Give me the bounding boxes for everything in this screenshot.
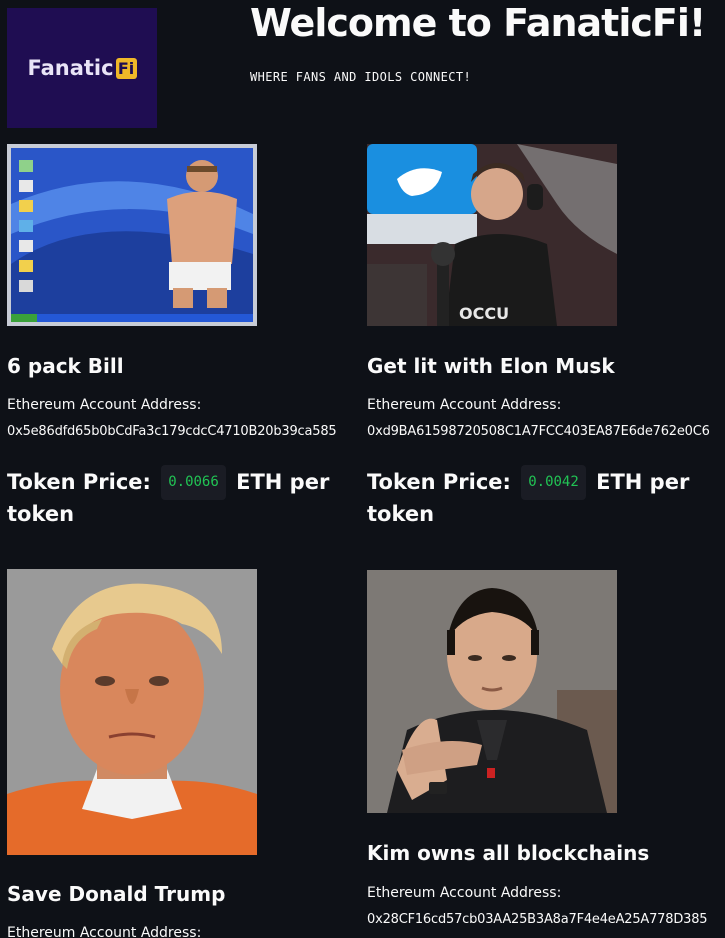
idol-name: Get lit with Elon Musk	[367, 354, 615, 378]
token-price-value: 0.0066	[161, 465, 226, 500]
idol-card: 6 pack Bill Ethereum Account Address: 0x…	[7, 144, 362, 529]
idol-name: Kim owns all blockchains	[367, 841, 650, 865]
svg-text:OCCU: OCCU	[459, 304, 509, 323]
address-label: Ethereum Account Address:	[7, 397, 202, 413]
token-price-value: 0.0042	[521, 465, 586, 500]
idol-card: Save Donald Trump Ethereum Account Addre…	[7, 569, 362, 938]
eth-address: 0x28CF16cd57cb03AA25B3A8a7F4e4eA25A778D3…	[367, 912, 708, 927]
address-label: Ethereum Account Address:	[367, 397, 562, 413]
eth-address: 0x5e86dfd65b0bCdFa3c179cdcC4710B20b39ca5…	[7, 424, 337, 439]
address-label: Ethereum Account Address:	[7, 925, 202, 938]
idol-name: Save Donald Trump	[7, 882, 226, 906]
token-price: Token Price: 0.0066 ETH per token	[7, 465, 362, 529]
idol-card: Kim owns all blockchains Ethereum Accoun…	[367, 570, 722, 927]
page-tagline: WHERE FANS AND IDOLS CONNECT!	[250, 70, 472, 84]
token-price-label: Token Price:	[367, 470, 511, 494]
token-price-label: Token Price:	[7, 470, 151, 494]
idol-image-elon: OCCU	[367, 144, 617, 326]
idol-image-bill	[7, 144, 257, 326]
token-price: Token Price: 0.0042 ETH per token	[367, 465, 722, 529]
logo-badge: Fi	[115, 57, 137, 79]
idol-image-kim	[367, 570, 617, 813]
app-page: Fanatic Fi Welcome to FanaticFi! WHERE F…	[0, 0, 725, 938]
logo-wordmark: Fanatic Fi	[27, 56, 137, 80]
idol-name: 6 pack Bill	[7, 354, 124, 378]
logo-text: Fanatic	[27, 56, 114, 80]
idol-card: OCCU Get lit with Elon Musk Ethereum Acc…	[367, 144, 722, 529]
eth-address: 0xd9BA61598720508C1A7FCC403EA87E6de762e0…	[367, 424, 710, 439]
fanaticfi-logo: Fanatic Fi	[7, 8, 157, 128]
idol-image-trump	[7, 569, 257, 855]
page-title: Welcome to FanaticFi!	[250, 1, 706, 45]
address-label: Ethereum Account Address:	[367, 885, 562, 901]
